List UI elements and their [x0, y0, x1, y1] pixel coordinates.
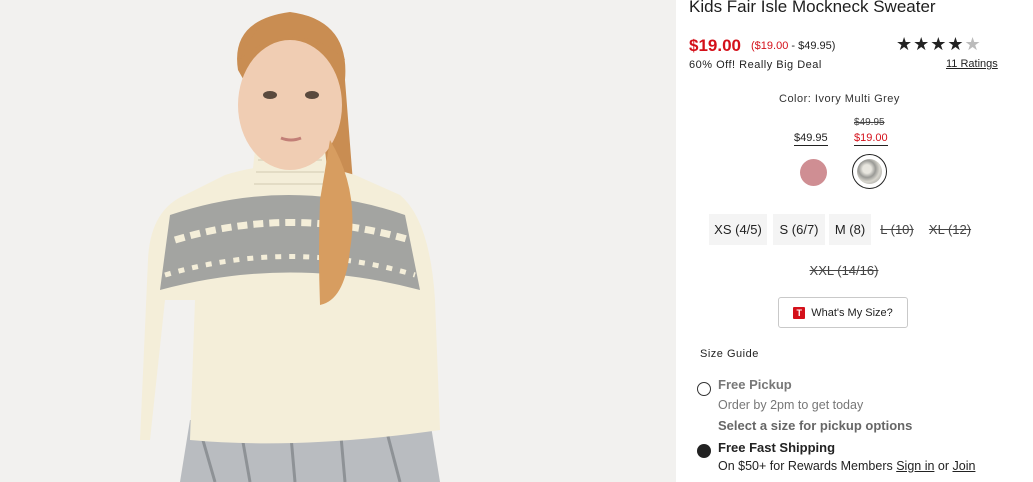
color-swatch-ivory-multi-grey[interactable] [857, 159, 882, 184]
price-range: ($19.00 - $49.95) [751, 40, 835, 52]
whats-my-size-label: What's My Size? [811, 306, 893, 319]
star-icon: ★★★★ [896, 34, 965, 54]
shipping-subtext-prefix: On $50+ for Rewards Members [718, 459, 897, 473]
size-option-l[interactable]: L (10) [875, 214, 919, 245]
color-label: Color: Ivory Multi Grey [779, 93, 900, 105]
or-text: or [934, 459, 953, 473]
whats-my-size-button[interactable]: T What's My Size? [778, 297, 908, 328]
shipping-title: Free Fast Shipping [718, 440, 836, 455]
swatch-price-grey: $19.00 [854, 132, 888, 146]
pickup-subtext: Order by 2pm to get today [718, 398, 864, 412]
product-photo-illustration [0, 0, 676, 482]
size-option-m[interactable]: M (8) [829, 214, 871, 245]
swatch-price-pink: $49.95 [794, 132, 828, 146]
pickup-radio[interactable] [697, 382, 711, 396]
pickup-title: Free Pickup [718, 377, 792, 392]
half-star-icon: ★ [964, 34, 982, 54]
size-option-s[interactable]: S (6/7) [773, 214, 825, 245]
sign-in-link[interactable]: Sign in [896, 459, 934, 473]
price-range-high: - $49.95) [788, 40, 836, 52]
price-range-low: ($19.00 [751, 40, 789, 52]
color-swatch-pink[interactable] [800, 159, 827, 186]
size-guide-link[interactable]: Size Guide [700, 348, 759, 360]
join-link[interactable]: Join [953, 459, 976, 473]
size-option-xs[interactable]: XS (4/5) [709, 214, 767, 245]
ratings-link[interactable]: 11 Ratings [946, 58, 998, 70]
sale-price: $19.00 [689, 36, 741, 55]
rating-stars: ★★★★★ [896, 34, 982, 55]
swatch-original-price-grey: $49.95 [854, 117, 885, 128]
deal-text: 60% Off! Really Big Deal [689, 59, 822, 71]
shipping-subtext: On $50+ for Rewards Members Sign in or J… [718, 459, 975, 473]
t-logo-icon: T [793, 306, 806, 319]
size-option-xl[interactable]: XL (12) [925, 214, 975, 245]
size-option-xxl[interactable]: XXL (14/16) [804, 255, 884, 286]
product-image[interactable] [0, 0, 676, 482]
product-title: Kids Fair Isle Mockneck Sweater [689, 0, 936, 16]
product-details-panel: Kids Fair Isle Mockneck Sweater $19.00 (… [676, 0, 1033, 482]
pickup-note: Select a size for pickup options [718, 418, 913, 433]
shipping-radio[interactable] [697, 444, 711, 458]
